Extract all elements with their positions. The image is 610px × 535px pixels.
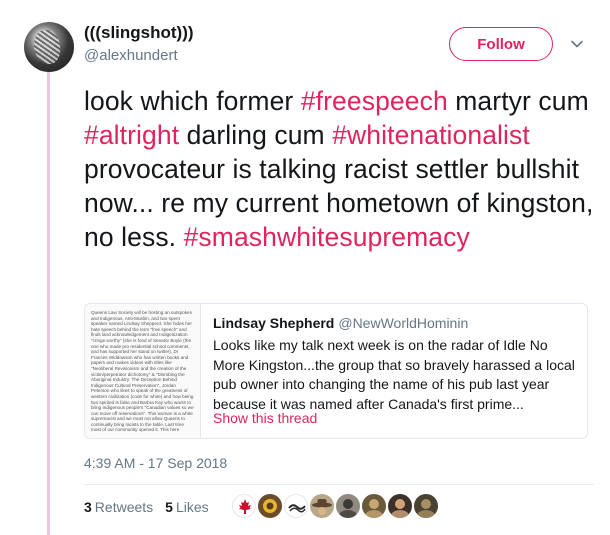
hashtag-link[interactable]: #freespeech bbox=[301, 86, 448, 116]
cat-avatar[interactable] bbox=[336, 494, 360, 518]
hashtag-link[interactable]: #smashwhitesupremacy bbox=[184, 222, 470, 252]
quoted-tweet-thumbnail[interactable]: Queens Law Society will be hosting an ou… bbox=[85, 304, 201, 438]
likes-label: Likes bbox=[175, 499, 209, 515]
liker-avatars bbox=[232, 494, 438, 518]
person-photo-avatar[interactable] bbox=[414, 494, 438, 518]
quoted-tweet-card[interactable]: Queens Law Society will be hosting an ou… bbox=[84, 303, 588, 439]
tweet-text-segment: look which former bbox=[84, 86, 301, 116]
tweet-text: look which former #freespeech martyr cum… bbox=[84, 84, 594, 254]
tweet-timestamp[interactable]: 4:39 AM - 17 Sep 2018 bbox=[84, 455, 227, 471]
sunflower-avatar[interactable] bbox=[258, 494, 282, 518]
author-handle[interactable]: @alexhundert bbox=[84, 47, 178, 64]
quoted-author-name: Lindsay Shepherd bbox=[213, 315, 335, 331]
chevron-down-icon[interactable] bbox=[569, 36, 585, 52]
cowboy-hat-avatar[interactable] bbox=[310, 494, 334, 518]
person-photo-avatar[interactable] bbox=[362, 494, 386, 518]
hashtag-link[interactable]: #altright bbox=[84, 120, 179, 150]
author-display-name[interactable]: (((slingshot))) bbox=[84, 23, 194, 43]
person-photo-avatar[interactable] bbox=[388, 494, 412, 518]
stripes-logo-avatar[interactable] bbox=[284, 494, 308, 518]
retweets-label: Retweets bbox=[94, 499, 154, 515]
retweets-stat[interactable]: 3 Retweets bbox=[84, 499, 153, 515]
tweet-text-segment: darling cum bbox=[179, 120, 333, 150]
author-avatar[interactable] bbox=[24, 22, 74, 72]
quoted-author-handle: @NewWorldHominin bbox=[338, 315, 469, 331]
follow-button[interactable]: Follow bbox=[449, 27, 553, 61]
likes-count: 5 bbox=[165, 499, 173, 515]
thread-connector-line bbox=[47, 66, 50, 535]
quoted-tweet-text: Looks like my talk next week is on the r… bbox=[213, 337, 575, 412]
likes-stat[interactable]: 5 Likes bbox=[165, 499, 208, 515]
red-maple-leaf-avatar[interactable] bbox=[232, 494, 256, 518]
divider bbox=[84, 484, 594, 485]
thumbnail-text: Queens Law Society will be hosting an ou… bbox=[91, 310, 194, 433]
tweet-text-segment: martyr cum bbox=[447, 86, 589, 116]
hashtag-link[interactable]: #whitenationalist bbox=[332, 120, 530, 150]
tweet-stats: 3 Retweets 5 Likes bbox=[84, 499, 209, 515]
show-thread-link[interactable]: Show this thread bbox=[213, 410, 317, 426]
quoted-tweet-author[interactable]: Lindsay Shepherd @NewWorldHominin bbox=[213, 315, 468, 331]
retweets-count: 3 bbox=[84, 499, 92, 515]
